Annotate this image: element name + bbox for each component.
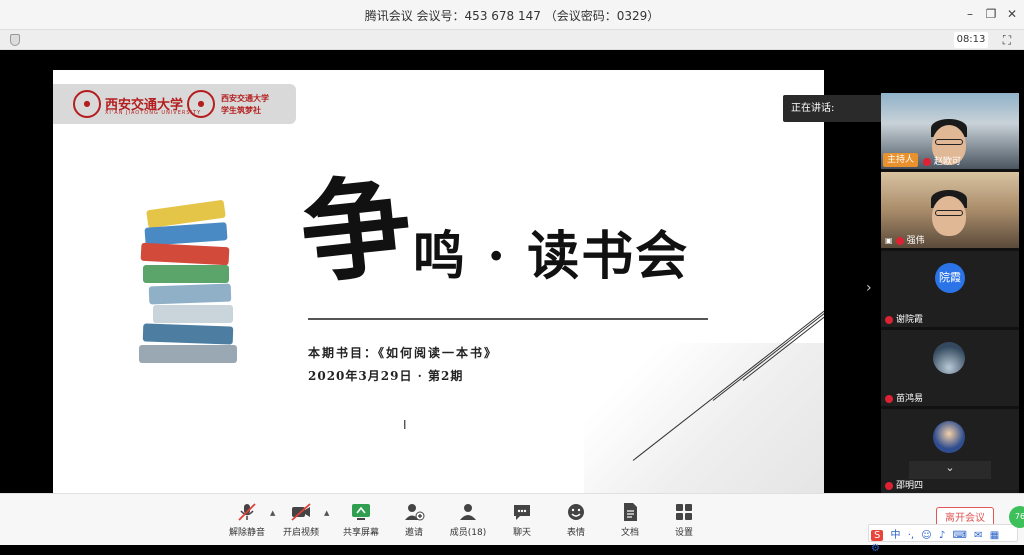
window-title: 腾讯会议 会议号：453 678 147 （会议密码：0329） xyxy=(364,9,660,23)
mic-muted-icon xyxy=(885,481,893,490)
logo-banner: ● 西安交通大学 XI'AN JIAOTONG UNIVERSITY ● 西安交… xyxy=(53,84,296,124)
participant-name: 谢院霞 xyxy=(896,315,924,325)
invite-button[interactable]: 邀请 xyxy=(389,502,439,542)
participant-tile[interactable]: 主持人 赵欧可 xyxy=(881,93,1019,169)
school-subtitle: XI'AN JIAOTONG UNIVERSITY xyxy=(105,110,202,116)
screen-share-icon: ▣ xyxy=(885,236,893,245)
close-button[interactable]: ✕ xyxy=(1004,6,1020,22)
participant-avatar xyxy=(933,421,965,453)
host-badge: 主持人 xyxy=(883,153,919,167)
start-video-button[interactable]: 开启视频 xyxy=(276,502,326,542)
settings-button[interactable]: 设置 xyxy=(659,502,709,542)
camera-off-icon xyxy=(290,502,312,522)
book-title-line: 本期书目：《如何阅读一本书》 xyxy=(308,346,499,360)
title-first-char: 争 xyxy=(294,159,418,300)
club-name-line2: 学生筑梦社 xyxy=(221,105,261,115)
meeting-infobar: 08:13 ⛶ xyxy=(0,30,1024,50)
chat-icon xyxy=(511,502,533,522)
members-label: 成员(18) xyxy=(449,528,487,538)
participant-panel: 主持人 赵欧可 ▣ 强伟 院霞 谢院霞 苗鸿易 ⌄ 邵明四 xyxy=(881,93,1019,493)
chevron-right-icon[interactable]: › xyxy=(866,280,872,296)
audio-options-caret-icon[interactable]: ▲ xyxy=(270,509,275,517)
unmute-label: 解除静音 xyxy=(228,528,265,538)
club-seal-icon: ● xyxy=(187,90,215,118)
text-cursor-icon: I xyxy=(403,418,407,432)
book-stack-illustration xyxy=(123,199,283,375)
documents-label: 文档 xyxy=(620,528,639,538)
participant-name: 邵明四 xyxy=(896,481,924,491)
members-icon xyxy=(457,502,479,522)
chevron-down-icon[interactable]: ⌄ xyxy=(909,461,991,479)
share-screen-label: 共享屏幕 xyxy=(342,528,379,538)
members-button[interactable]: 成员(18) xyxy=(443,502,493,542)
participant-tile[interactable]: ▣ 强伟 xyxy=(881,172,1019,248)
participant-name: 强伟 xyxy=(906,236,925,246)
unmute-button[interactable]: 解除静音 xyxy=(222,502,272,542)
mic-muted-icon xyxy=(885,394,893,403)
title-underline xyxy=(308,318,708,320)
slide-title: 争 鸣 · 读书会 xyxy=(295,160,688,300)
document-icon xyxy=(619,502,641,522)
reactions-button[interactable]: 表情 xyxy=(551,502,601,542)
participant-tile[interactable]: 院霞 谢院霞 xyxy=(881,251,1019,327)
input-method-bar[interactable]: S 中 ·, ☺ ♪ ⌨ ✉ ▦ ⚙ xyxy=(868,524,1018,554)
documents-button[interactable]: 文档 xyxy=(605,502,655,542)
grid-settings-icon xyxy=(673,502,695,522)
chat-label: 聊天 xyxy=(512,528,531,538)
notification-badge: 76 xyxy=(1009,506,1024,528)
mic-muted-icon xyxy=(895,236,904,245)
restore-button[interactable]: ❐ xyxy=(983,6,999,22)
sogou-logo-icon: S xyxy=(871,530,884,541)
club-name-line1: 西安交通大学 xyxy=(221,93,269,103)
voice-icon: ♪ xyxy=(938,530,946,541)
participant-avatar xyxy=(933,342,965,374)
shared-screen-stage: ● 西安交通大学 XI'AN JIAOTONG UNIVERSITY ● 西安交… xyxy=(0,50,1024,493)
participant-name: 赵欧可 xyxy=(934,157,962,167)
date-line: 2020年3月29日 · 第2期 xyxy=(308,369,464,383)
shield-icon[interactable] xyxy=(10,34,20,46)
meeting-timer: 08:13 xyxy=(954,32,988,48)
speaking-label: 正在讲话: xyxy=(791,103,835,114)
video-options-caret-icon[interactable]: ▲ xyxy=(324,509,329,517)
university-seal-icon: ● xyxy=(73,90,101,118)
participant-name: 苗鸿易 xyxy=(896,394,924,404)
participant-tile[interactable]: 苗鸿易 xyxy=(881,330,1019,406)
participant-avatar: 院霞 xyxy=(935,263,965,293)
toolbox-icon: ▦ xyxy=(989,530,1000,541)
ime-punct: ·, xyxy=(907,530,915,541)
share-screen-icon xyxy=(350,502,372,522)
settings-label: 设置 xyxy=(674,528,693,538)
chat-button[interactable]: 聊天 xyxy=(497,502,547,542)
invite-label: 邀请 xyxy=(404,528,423,538)
mail-icon: ✉ xyxy=(974,530,983,541)
start-video-label: 开启视频 xyxy=(282,528,319,538)
mic-muted-icon xyxy=(885,315,893,324)
share-screen-button[interactable]: 共享屏幕 xyxy=(336,502,386,542)
campus-sketch-illustration xyxy=(584,343,824,493)
ime-mode: 中 xyxy=(890,530,901,541)
meeting-toolbar: 解除静音 ▲ 开启视频 ▲ 共享屏幕 邀请 成员(18) 聊天 表情 文档 设置… xyxy=(0,493,1024,554)
reactions-label: 表情 xyxy=(566,528,585,538)
title-rest: 鸣 · 读书会 xyxy=(413,226,690,287)
participant-tile[interactable]: ⌄ 邵明四 xyxy=(881,409,1019,493)
emoji-icon: ☺ xyxy=(921,530,932,541)
smile-icon xyxy=(565,502,587,522)
mic-muted-icon xyxy=(923,157,931,166)
minimize-button[interactable]: – xyxy=(962,6,978,22)
keyboard-icon: ⌨ xyxy=(952,530,967,541)
presentation-slide: ● 西安交通大学 XI'AN JIAOTONG UNIVERSITY ● 西安交… xyxy=(53,70,824,493)
add-user-icon xyxy=(403,502,425,522)
mic-muted-icon xyxy=(236,502,258,522)
fullscreen-icon[interactable]: ⛶ xyxy=(1000,33,1014,47)
window-titlebar: 腾讯会议 会议号：453 678 147 （会议密码：0329） – ❐ ✕ xyxy=(0,0,1024,30)
